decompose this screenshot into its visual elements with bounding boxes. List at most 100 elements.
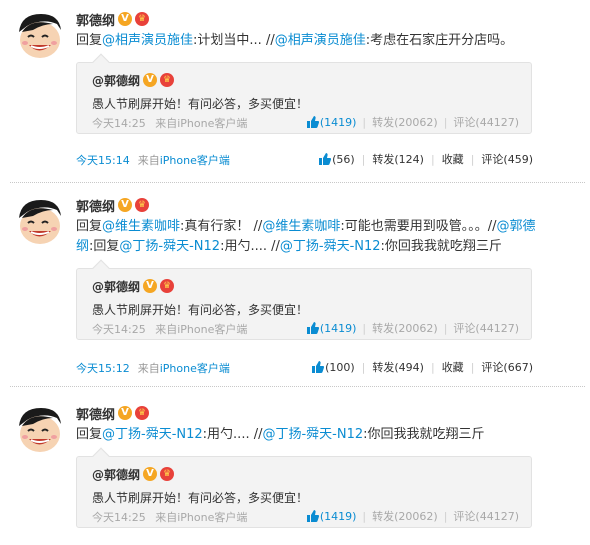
post-text-segment: :你回我我就吃翔三斤	[380, 239, 502, 254]
quote-source[interactable]: 来自iPhone客户端	[155, 323, 247, 336]
favorite-link[interactable]: 收藏	[442, 359, 464, 375]
post-text-segment: :计划当中... //	[193, 33, 275, 48]
quote-actions: (1419) | 转发(20062) | 评论(44127)	[306, 508, 519, 524]
post-text-segment: 回复	[76, 427, 103, 442]
avatar-cartoon-face-icon	[13, 404, 65, 454]
post-text-segment: :用勺.... //	[202, 427, 263, 442]
post-text-segment: :真有行家！ //	[180, 219, 263, 234]
divider: |	[443, 509, 448, 523]
quote-pointer	[92, 447, 110, 465]
post-text: 回复@丁扬-舜天-N12:用勺.... //@丁扬-舜天-N12:你回我我就吃翔…	[76, 425, 538, 445]
quote-text: 愚人节刷屏开始！有问必答，多买便宜！	[92, 303, 309, 317]
verified-v-icon[interactable]: V	[118, 406, 133, 420]
quote-actions: (1419) | 转发(20062) | 评论(44127)	[306, 320, 519, 336]
author-name[interactable]: 郭德纲	[76, 404, 115, 423]
avatar-cartoon-face-icon	[13, 10, 65, 60]
comment-link[interactable]: 评论(459)	[481, 151, 533, 167]
quote-forward-link[interactable]: 转发(20062)	[372, 114, 438, 130]
crown-member-icon[interactable]: ♛	[135, 198, 150, 212]
mention-link[interactable]: @相声演员施佳	[102, 33, 193, 48]
verified-v-icon[interactable]: V	[143, 467, 158, 481]
comment-link[interactable]: 评论(667)	[481, 359, 533, 375]
divider: |	[443, 321, 448, 335]
mention-link[interactable]: @维生素咖啡	[102, 219, 180, 234]
crown-member-icon[interactable]: ♛	[135, 12, 150, 26]
divider: |	[430, 152, 435, 166]
like-button[interactable]: (100)	[311, 361, 355, 374]
from-prefix: 来自	[137, 154, 160, 167]
post-text-segment: :可能也需要用到吸管。。。//	[340, 219, 497, 234]
quote-like-button[interactable]: (1419)	[306, 321, 357, 335]
crown-member-icon[interactable]: ♛	[135, 406, 150, 420]
quote-forward-link[interactable]: 转发(20062)	[372, 508, 438, 524]
reposted-quote: @郭德纲 V ♛ 愚人节刷屏开始！有问必答，多买便宜！ 今天14:25 来自iP…	[76, 259, 532, 340]
mention-link[interactable]: @维生素咖啡	[262, 219, 340, 234]
avatar[interactable]	[13, 404, 65, 454]
quote-time[interactable]: 今天14:25	[92, 511, 146, 524]
quote-meta: 今天14:25 来自iPhone客户端	[92, 321, 247, 337]
like-count: (56)	[332, 152, 355, 166]
quote-text: 愚人节刷屏开始！有问必答，多买便宜！	[92, 491, 309, 505]
reposted-quote: @郭德纲 V ♛ 愚人节刷屏开始！有问必答，多买便宜！ 今天14:25 来自iP…	[76, 447, 532, 528]
crown-member-icon[interactable]: ♛	[160, 467, 175, 481]
quote-author-row: @郭德纲 V ♛	[92, 466, 175, 483]
quote-like-button[interactable]: (1419)	[306, 116, 356, 129]
divider: |	[470, 360, 475, 374]
post-divider	[10, 386, 585, 387]
quote-comment-link[interactable]: 评论(44127)	[453, 114, 519, 130]
avatar[interactable]	[13, 10, 65, 60]
author-row: 郭德纲 V ♛	[76, 196, 150, 215]
quote-like-button[interactable]: (1419)	[306, 510, 356, 523]
divider: |	[361, 360, 366, 374]
quote-author-name[interactable]: @郭德纲	[92, 466, 140, 483]
author-name[interactable]: 郭德纲	[76, 10, 115, 29]
verified-v-icon[interactable]: V	[143, 279, 158, 293]
quote-source[interactable]: 来自iPhone客户端	[155, 511, 247, 524]
forward-link[interactable]: 转发(124)	[372, 151, 424, 167]
quote-meta: 今天14:25 来自iPhone客户端	[92, 509, 247, 525]
verified-v-icon[interactable]: V	[118, 198, 133, 212]
author-row: 郭德纲 V ♛	[76, 404, 150, 423]
thumbs-up-icon	[306, 322, 319, 334]
divider: |	[430, 360, 435, 374]
thumbs-up-icon	[306, 116, 319, 128]
quote-source[interactable]: 来自iPhone客户端	[155, 117, 247, 130]
quote-comment-link[interactable]: 评论(44127)	[453, 320, 519, 336]
verified-v-icon[interactable]: V	[143, 73, 158, 87]
post-time[interactable]: 今天15:12	[76, 362, 130, 375]
forward-link[interactable]: 转发(494)	[372, 359, 424, 375]
thumbs-up-icon	[306, 510, 319, 522]
crown-member-icon[interactable]: ♛	[160, 73, 175, 87]
weibo-feed: 郭德纲 V ♛ 回复@相声演员施佳:计划当中... //@相声演员施佳:考虑在石…	[0, 0, 590, 545]
quote-comment-link[interactable]: 评论(44127)	[453, 508, 519, 524]
author-name[interactable]: 郭德纲	[76, 196, 115, 215]
post-actions: (100) | 转发(494) | 收藏 | 评论(667)	[311, 359, 533, 375]
crown-member-icon[interactable]: ♛	[160, 279, 175, 293]
quote-time[interactable]: 今天14:25	[92, 117, 146, 130]
quote-time[interactable]: 今天14:25	[92, 323, 146, 336]
quote-like-count: (1419)	[319, 321, 357, 335]
avatar[interactable]	[13, 196, 65, 246]
like-button[interactable]: (56)	[318, 153, 355, 166]
client-link[interactable]: iPhone客户端	[160, 154, 230, 167]
feed-post: 郭德纲 V ♛ 回复@维生素咖啡:真有行家！ //@维生素咖啡:可能也需要用到吸…	[0, 188, 590, 388]
quote-author-name[interactable]: @郭德纲	[92, 278, 140, 295]
quote-author-name[interactable]: @郭德纲	[92, 72, 140, 89]
mention-link[interactable]: @丁扬-舜天-N12	[262, 427, 363, 442]
author-row: 郭德纲 V ♛	[76, 10, 150, 29]
quote-pointer	[92, 259, 110, 277]
favorite-link[interactable]: 收藏	[442, 151, 464, 167]
mention-link[interactable]: @丁扬-舜天-N12	[102, 427, 203, 442]
quote-forward-link[interactable]: 转发(20062)	[372, 320, 438, 336]
divider: |	[443, 115, 448, 129]
mention-link[interactable]: @丁扬-舜天-N12	[280, 239, 381, 254]
mention-link[interactable]: @丁扬-舜天-N12	[119, 239, 220, 254]
client-link[interactable]: iPhone客户端	[160, 362, 230, 375]
post-time[interactable]: 今天15:14	[76, 154, 130, 167]
post-text-segment: :你回我我就吃翔三斤	[363, 427, 485, 442]
post-text: 回复@维生素咖啡:真有行家！ //@维生素咖啡:可能也需要用到吸管。。。//@郭…	[76, 217, 538, 257]
thumbs-up-icon	[312, 361, 325, 373]
divider: |	[361, 152, 366, 166]
mention-link[interactable]: @相声演员施佳	[275, 33, 366, 48]
verified-v-icon[interactable]: V	[118, 12, 133, 26]
